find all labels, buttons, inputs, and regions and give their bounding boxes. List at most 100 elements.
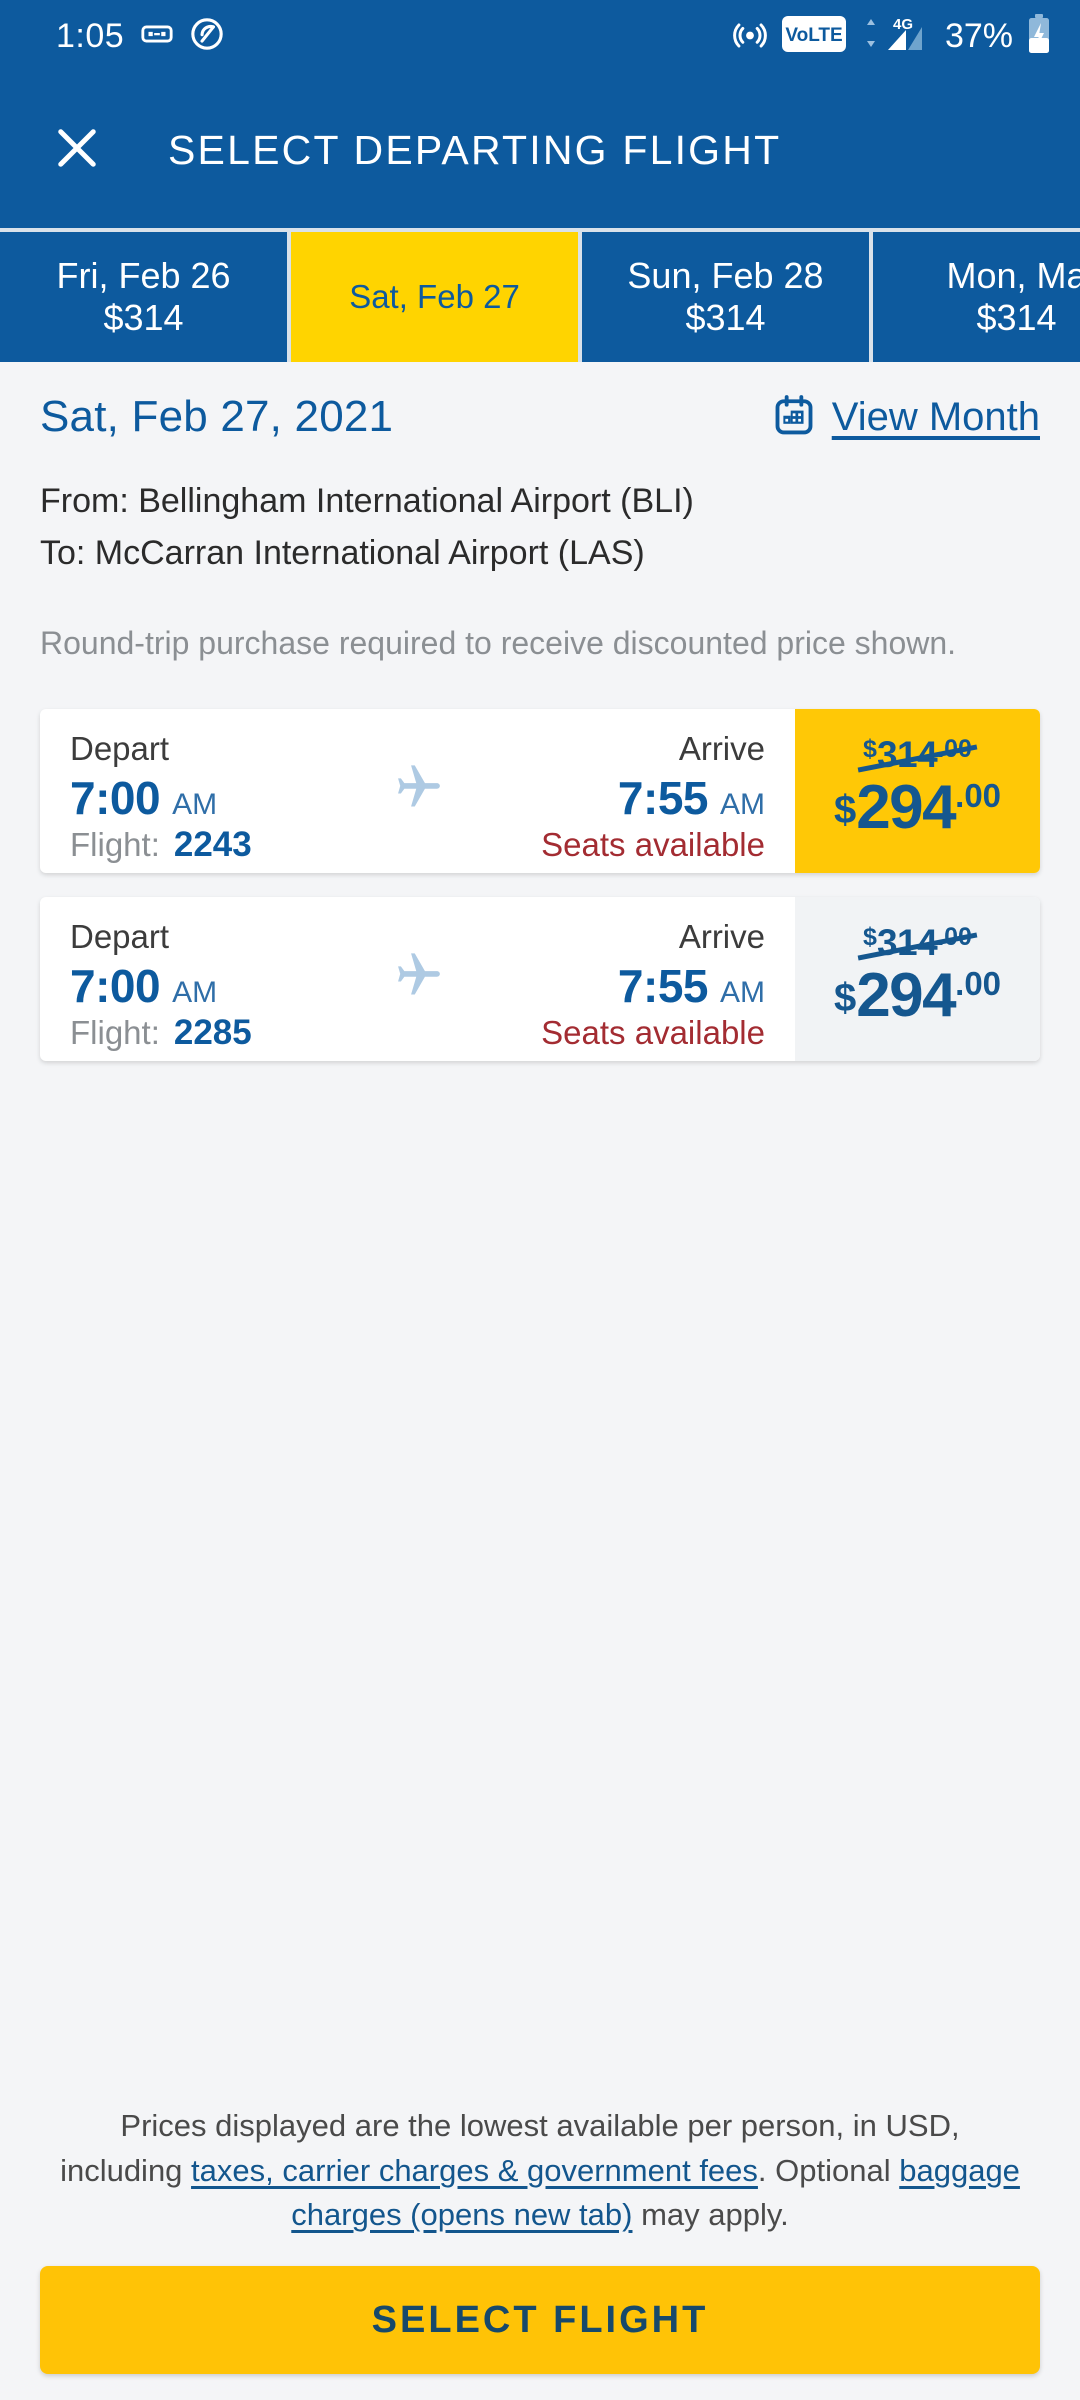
flight-card-details: Depart 7:00 AM Arrive 7:55 AM Flight: 22…	[40, 897, 795, 1061]
discounted-price-amount: 294	[856, 773, 956, 843]
select-flight-button[interactable]: SELECT FLIGHT	[40, 2266, 1040, 2374]
original-price-cents: .00	[937, 923, 972, 952]
depart-block: Depart 7:00 AM	[70, 917, 217, 1013]
close-icon	[51, 122, 103, 179]
close-button[interactable]	[40, 113, 114, 187]
arrive-time-meridiem: AM	[720, 976, 765, 1010]
discounted-price: $ 294 .00	[834, 965, 1001, 1027]
flight-card-footer: Flight: 2285 Seats available	[70, 1013, 765, 1053]
arrive-time-value: 7:55	[617, 772, 709, 825]
discounted-price-cents: .00	[955, 965, 1002, 1003]
selected-date-row: Sat, Feb 27, 2021 View Month	[40, 392, 1040, 442]
arrive-time: 7:55 AM	[618, 771, 765, 825]
discounted-price-currency: $	[833, 976, 857, 1021]
flight-times-row: Depart 7:00 AM Arrive 7:55 AM	[70, 729, 765, 825]
battery-percentage: 37%	[944, 17, 1013, 55]
price-legal-text: Prices displayed are the lowest availabl…	[40, 2104, 1040, 2238]
app-screen: 1:05 VoLTE 4G 37% SELECT DEPARTING FLIGH…	[0, 0, 1080, 2400]
view-month-button[interactable]: View Month	[772, 393, 1040, 442]
depart-label: Depart	[70, 729, 170, 767]
original-price: $ 314 .00	[863, 924, 972, 961]
flight-number-value: 2243	[173, 825, 252, 865]
arrive-time: 7:55 AM	[618, 959, 765, 1013]
main-content: Sat, Feb 27, 2021 View Month From: Belli…	[0, 362, 1080, 2105]
volte-icon: VoLTE	[781, 15, 847, 58]
flight-number-group: Flight: 2285	[70, 1013, 252, 1053]
flight-number-value: 2285	[173, 1013, 252, 1053]
date-tab-day: Sun, Feb 28	[627, 254, 824, 296]
depart-time-value: 7:00	[70, 772, 161, 825]
date-tab-price: $314	[103, 297, 184, 338]
flight-card-details: Depart 7:00 AM Arrive 7:55 AM Flight: 22…	[40, 709, 795, 873]
route-summary: From: Bellingham International Airport (…	[40, 476, 1040, 579]
date-tab-2[interactable]: Sun, Feb 28 $314	[582, 232, 873, 362]
flight-price-panel[interactable]: $ 314 .00 $ 294 .00	[795, 896, 1040, 1061]
date-tab-day: Mon, Ma	[946, 254, 1080, 296]
page-title: SELECT DEPARTING FLIGHT	[168, 126, 782, 173]
date-tab-0[interactable]: Fri, Feb 26 $314	[0, 232, 291, 362]
arrive-label: Arrive	[678, 729, 765, 767]
discounted-price: $ 294 .00	[834, 777, 1001, 839]
svg-text:4G: 4G	[893, 16, 913, 33]
date-tab-1-selected[interactable]: Sat, Feb 27	[291, 232, 582, 362]
flight-number-label: Flight:	[70, 826, 160, 864]
depart-label: Depart	[70, 917, 170, 955]
depart-time-meridiem: AM	[172, 788, 218, 822]
seats-status: Seats available	[541, 1014, 765, 1052]
depart-time: 7:00 AM	[70, 771, 217, 825]
roundtrip-disclaimer: Round-trip purchase required to receive …	[40, 625, 957, 662]
original-price-amount: 314	[876, 734, 938, 776]
screenshot-capture-icon	[190, 17, 224, 56]
depart-time: 7:00 AM	[70, 959, 217, 1013]
flight-card-footer: Flight: 2243 Seats available	[70, 825, 765, 865]
original-price: $ 314 .00	[863, 736, 972, 773]
flight-card-selected[interactable]: Depart 7:00 AM Arrive 7:55 AM Flight: 22…	[40, 708, 1040, 873]
battery-charging-icon	[1026, 13, 1052, 59]
flight-number-group: Flight: 2243	[70, 825, 252, 865]
original-price-cents: .00	[937, 735, 972, 764]
view-month-label: View Month	[831, 394, 1040, 439]
svg-text:VoLTE: VoLTE	[785, 25, 842, 46]
arrive-time-value: 7:55	[617, 960, 709, 1013]
flight-price-panel-selected[interactable]: $ 314 .00 $ 294 .00	[795, 708, 1040, 873]
route-to: To: McCarran International Airport (LAS)	[40, 533, 645, 572]
arrive-block: Arrive 7:55 AM	[618, 729, 765, 825]
status-bar: 1:05 VoLTE 4G 37%	[0, 0, 1080, 72]
arrive-label: Arrive	[678, 917, 765, 955]
flight-number-label: Flight:	[70, 1014, 160, 1052]
flight-results-list: Depart 7:00 AM Arrive 7:55 AM Flight: 22…	[40, 708, 1040, 1061]
hotspot-icon	[732, 16, 768, 57]
flight-times-row: Depart 7:00 AM Arrive 7:55 AM	[70, 917, 765, 1013]
original-price-amount: 314	[876, 922, 938, 964]
flight-card[interactable]: Depart 7:00 AM Arrive 7:55 AM Flight: 22…	[40, 896, 1040, 1061]
date-tab-price: $314	[685, 297, 766, 338]
discounted-price-cents: .00	[955, 777, 1002, 815]
seats-status: Seats available	[541, 826, 765, 864]
date-tab-3[interactable]: Mon, Ma $314	[873, 232, 1080, 362]
depart-time-value: 7:00	[70, 960, 161, 1013]
footer: Prices displayed are the lowest availabl…	[0, 2104, 1080, 2400]
status-clock: 1:05	[56, 17, 125, 55]
taxes-and-charges-link[interactable]: taxes, carrier charges & government fees	[191, 2153, 758, 2188]
date-tab-price: $314	[976, 297, 1057, 338]
selected-date-heading: Sat, Feb 27, 2021	[40, 392, 394, 441]
depart-block: Depart 7:00 AM	[70, 729, 217, 825]
original-price-currency: $	[863, 735, 877, 764]
legal-text-part-3: may apply.	[632, 2197, 789, 2233]
card-icon	[140, 17, 174, 56]
airplane-icon	[387, 761, 449, 818]
calendar-icon	[772, 393, 816, 442]
route-from: From: Bellingham International Airport (…	[40, 482, 694, 520]
airplane-icon	[387, 949, 449, 1006]
date-tab-day: Sat, Feb 27	[349, 277, 520, 315]
app-bar: SELECT DEPARTING FLIGHT	[0, 72, 1080, 228]
status-bar-left: 1:05	[56, 17, 224, 56]
status-bar-right: VoLTE 4G 37%	[732, 13, 1052, 59]
arrive-block: Arrive 7:55 AM	[618, 917, 765, 1013]
legal-text-part-2: . Optional	[757, 2152, 900, 2188]
date-tab-strip[interactable]: Fri, Feb 26 $314 Sat, Feb 27 Sun, Feb 28…	[0, 228, 1080, 362]
discounted-price-amount: 294	[856, 961, 956, 1031]
original-price-currency: $	[863, 923, 877, 952]
arrive-time-meridiem: AM	[720, 788, 765, 822]
date-tab-day: Fri, Feb 26	[56, 254, 231, 296]
